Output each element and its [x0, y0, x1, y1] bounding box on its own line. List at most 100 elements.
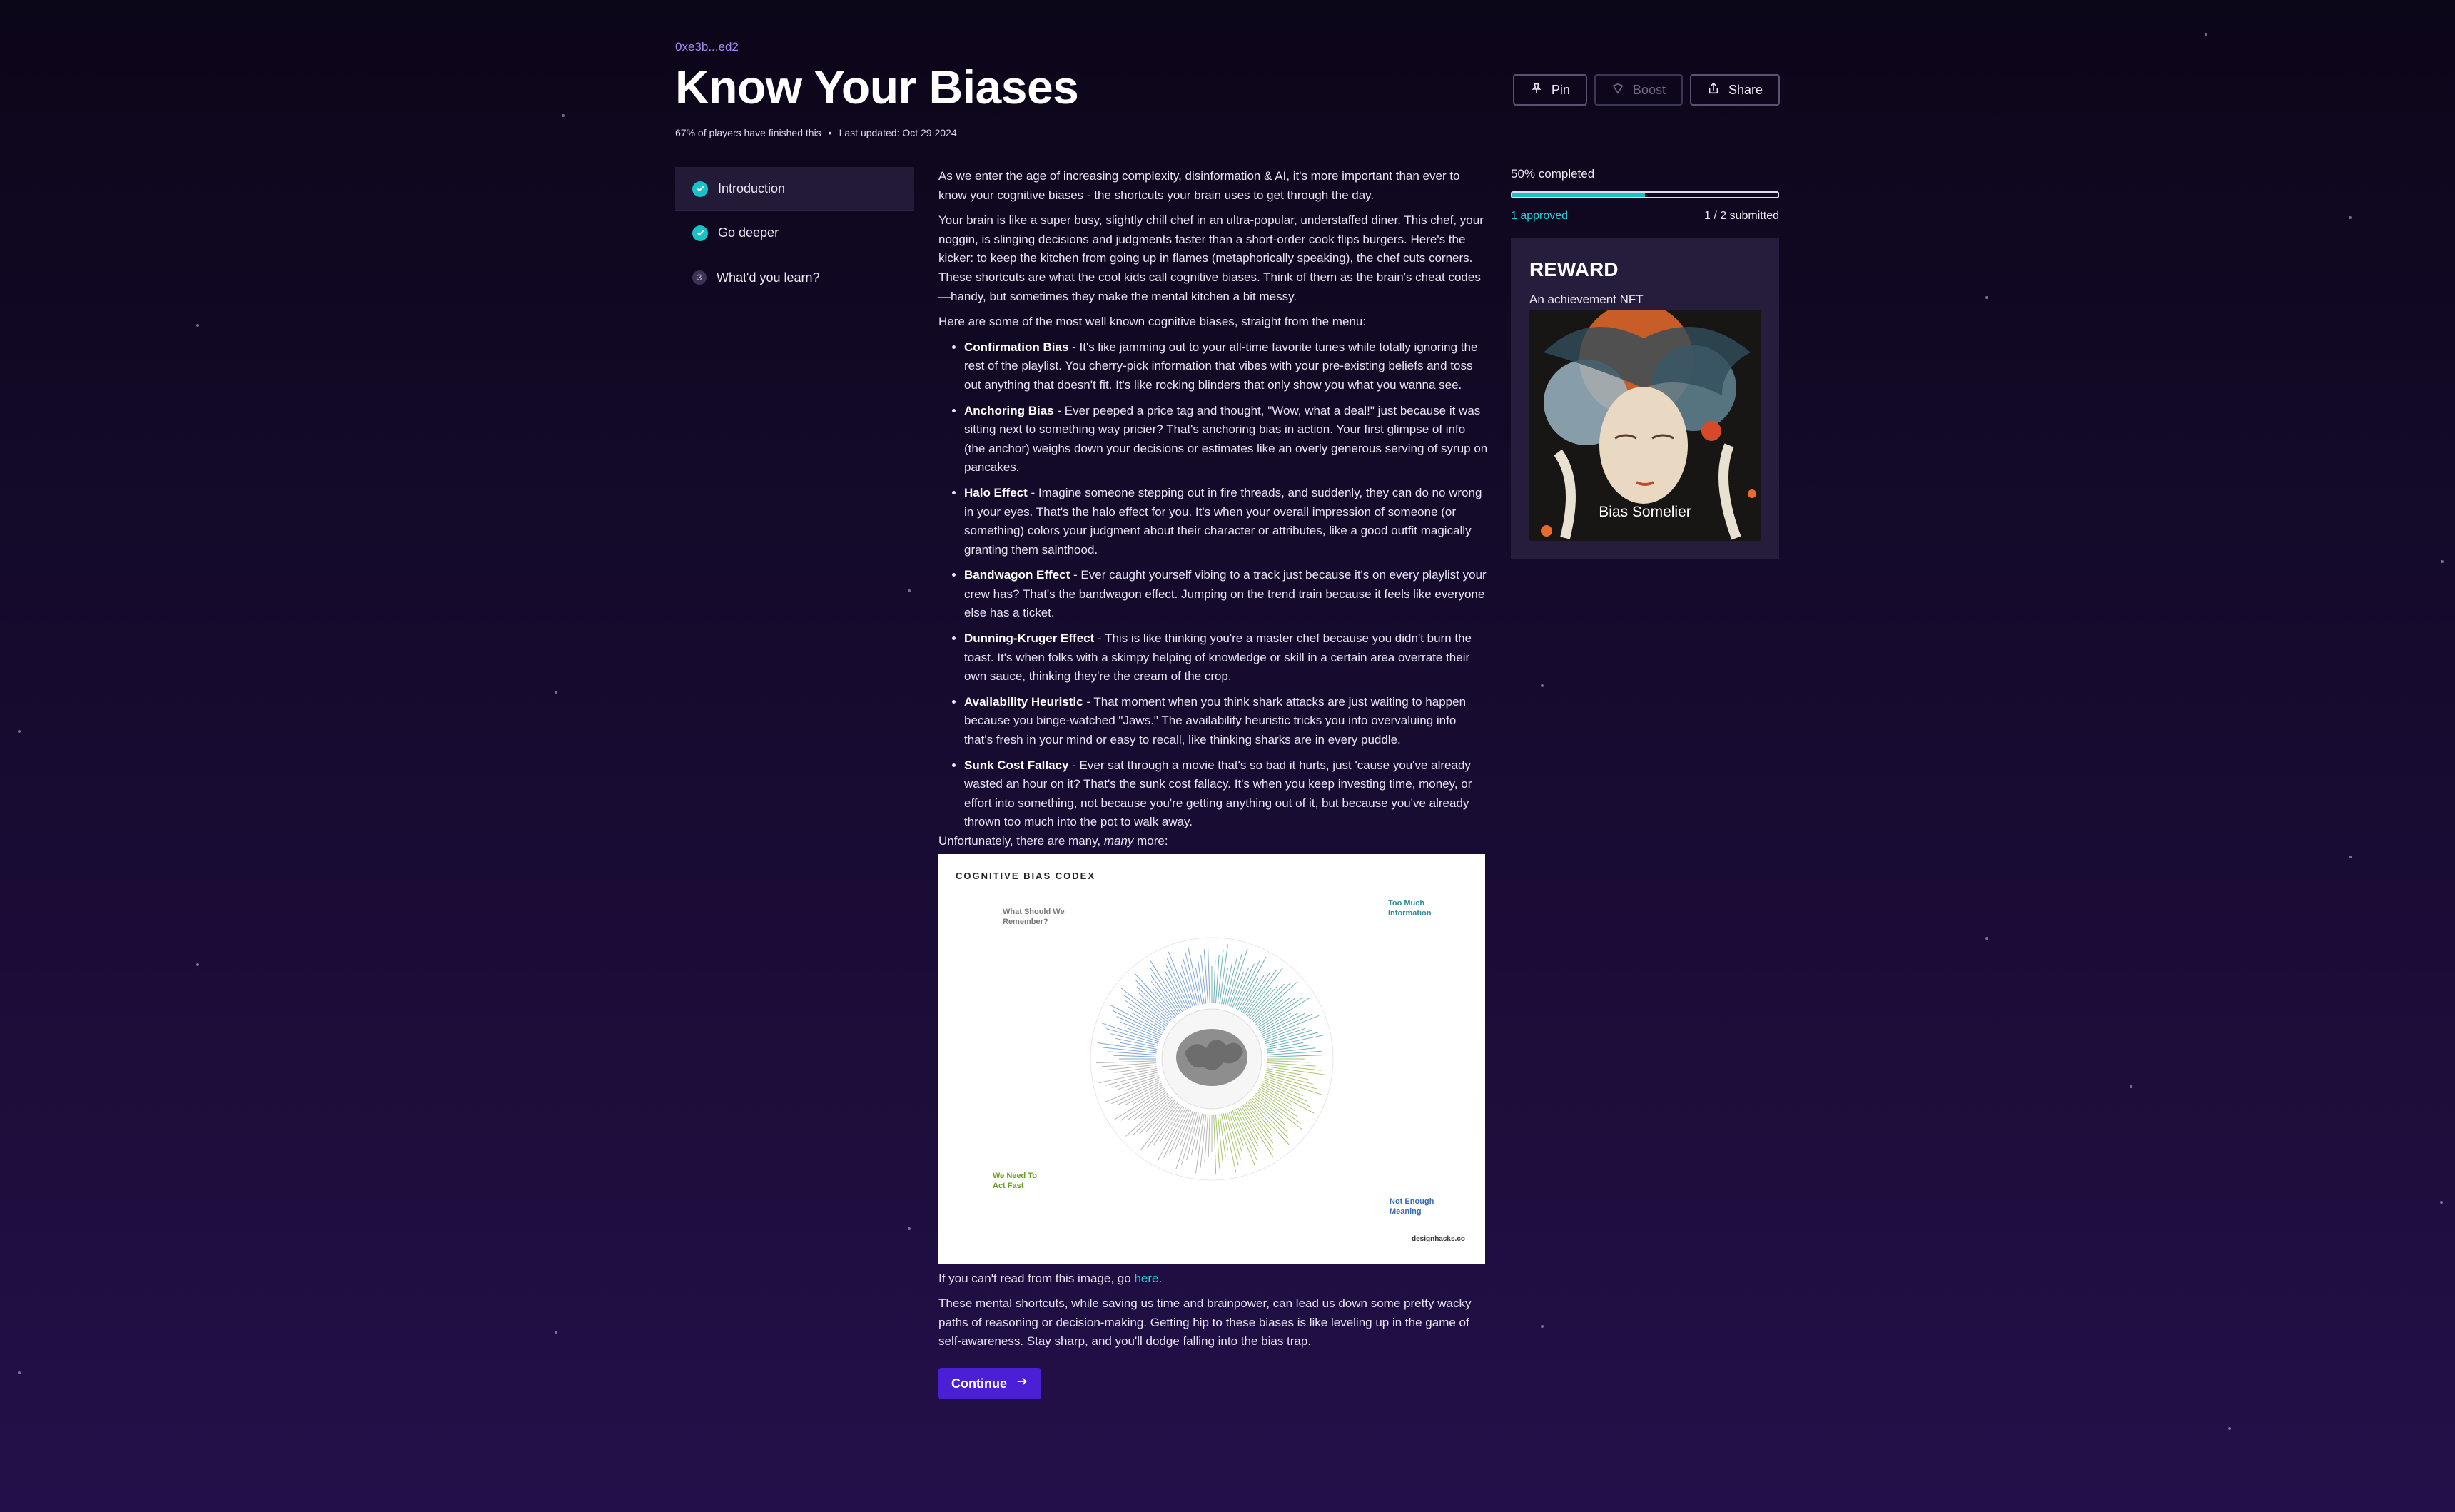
codex-spoke: [1265, 1073, 1318, 1090]
approved-count[interactable]: 1 approved: [1511, 210, 1568, 223]
steps-nav: Introduction Go deeper 3 What'd you lear…: [675, 167, 914, 300]
codex-spoke: [1267, 1054, 1327, 1057]
bias-list: Confirmation Bias - It's like jamming ou…: [938, 338, 1488, 832]
step-label: Go deeper: [718, 225, 779, 240]
progress-fill: [1512, 193, 1645, 197]
list-item: Anchoring Bias - Ever peeped a price tag…: [964, 402, 1488, 477]
codex-spoke: [1215, 1114, 1220, 1169]
codex-spoke: [1186, 1112, 1199, 1160]
progress-sidebar: 50% completed 1 approved 1 / 2 submitted…: [1511, 167, 1779, 559]
boost-icon: [1611, 82, 1624, 98]
bias-name: Confirmation Bias: [964, 340, 1069, 354]
share-icon: [1707, 82, 1720, 98]
codex-spoke: [1213, 960, 1216, 1003]
codex-spoke: [1267, 1060, 1310, 1062]
codex-q-information: Too Much Information: [1388, 898, 1432, 918]
check-icon: [692, 181, 708, 197]
nft-caption: Bias Somelier: [1599, 504, 1691, 520]
bias-name: Availability Heuristic: [964, 694, 1083, 709]
reward-heading: REWARD: [1529, 258, 1619, 280]
more-suffix: more:: [1133, 834, 1168, 848]
codex-spoke: [1120, 1089, 1166, 1121]
codex-spoke: [1256, 1091, 1301, 1124]
reward-card: REWARD An achievement NFT Bias Somelier: [1511, 238, 1779, 559]
last-updated: Last updated: Oct 29 2024: [839, 127, 957, 138]
step-what-did-you-learn[interactable]: 3 What'd you learn?: [675, 255, 914, 300]
share-button[interactable]: Share: [1689, 74, 1780, 106]
lesson-content: As we enter the age of increasing comple…: [938, 167, 1488, 1399]
progress-bar: [1511, 191, 1779, 198]
arrow-right-icon: [1016, 1374, 1028, 1394]
boost-button[interactable]: Boost: [1594, 74, 1683, 106]
list-item: Dunning-Kruger Effect - This is like thi…: [964, 629, 1488, 686]
quest-actions: Pin Boost Share: [1512, 74, 1780, 106]
codex-q-remember: What Should We Remember?: [1003, 907, 1065, 926]
cant-read-paragraph: If you can't read from this image, go he…: [938, 1269, 1488, 1289]
codex-spoke: [1147, 1103, 1180, 1148]
list-item: Sunk Cost Fallacy - Ever sat through a m…: [964, 756, 1488, 832]
step-go-deeper[interactable]: Go deeper: [675, 211, 914, 255]
bias-name: Anchoring Bias: [964, 403, 1054, 417]
list-item: Halo Effect - Imagine someone stepping o…: [964, 484, 1488, 559]
bias-text: - Imagine someone stepping out in fire t…: [964, 485, 1482, 557]
codex-spoke: [1105, 1028, 1159, 1044]
codex-spoke: [1257, 997, 1303, 1028]
codex-spoke: [1102, 1062, 1157, 1067]
codex-spoke: [1203, 948, 1209, 1003]
list-item: Availability Heuristic - That moment whe…: [964, 693, 1488, 750]
codex-spoke: [1113, 1055, 1157, 1057]
codex-q-meaning: Not Enough Meaning: [1390, 1197, 1434, 1216]
codex-spoke: [1227, 953, 1242, 1005]
list-item: Confirmation Bias - It's like jamming ou…: [964, 338, 1488, 395]
bias-name: Dunning-Kruger Effect: [964, 631, 1095, 646]
codex-spoke: [1110, 1032, 1158, 1046]
continue-button[interactable]: Continue: [938, 1367, 1041, 1399]
check-icon: [692, 225, 708, 241]
more-paragraph: Unfortunately, there are many, many more…: [938, 832, 1488, 851]
codex-spoke: [1213, 1114, 1217, 1174]
codex-spoke: [1181, 1112, 1197, 1165]
cant-read-prefix: If you can't read from this image, go: [938, 1271, 1135, 1285]
bias-name: Sunk Cost Fallacy: [964, 758, 1069, 772]
step-introduction[interactable]: Introduction: [675, 167, 914, 211]
codex-spoke: [1267, 1050, 1322, 1055]
progress-label: 50% completed: [1511, 167, 1595, 181]
step-label: What'd you learn?: [717, 270, 820, 285]
outro-paragraph: These mental shortcuts, while saving us …: [938, 1297, 1472, 1349]
list-item: Bandwagon Effect - Ever caught yourself …: [964, 566, 1488, 623]
continue-label: Continue: [951, 1376, 1007, 1391]
more-emphasis: many: [1103, 834, 1134, 848]
submitted-count: 1 / 2 submitted: [1704, 210, 1779, 222]
boost-label: Boost: [1632, 82, 1666, 97]
codex-spoke: [1244, 969, 1277, 1014]
chef-paragraph: Your brain is like a super busy, slightl…: [938, 213, 1484, 303]
separator-dot: •: [828, 127, 832, 138]
pin-button[interactable]: Pin: [1512, 74, 1587, 106]
here-link[interactable]: here: [1134, 1272, 1158, 1285]
step-number: 3: [692, 270, 707, 285]
menu-paragraph: Here are some of the most well known cog…: [938, 315, 1367, 329]
pin-icon: [1530, 82, 1543, 98]
codex-q-act-fast: We Need To Act Fast: [993, 1171, 1037, 1190]
page-title: Know Your Biases: [675, 61, 1079, 113]
quest-address[interactable]: 0xe3b...ed2: [675, 40, 739, 54]
intro-paragraph: As we enter the age of increasing comple…: [938, 169, 1460, 202]
players-finished: 67% of players have finished this: [675, 127, 821, 138]
codex-site: designhacks.co: [1411, 1235, 1465, 1243]
progress-stats: 1 approved 1 / 2 submitted: [1511, 210, 1779, 223]
cognitive-bias-codex-image: COGNITIVE BIAS CODEX What Should We Reme…: [938, 853, 1485, 1264]
nft-image[interactable]: Bias Somelier: [1529, 310, 1761, 541]
codex-spoke: [1242, 1104, 1274, 1150]
more-prefix: Unfortunately, there are many,: [938, 834, 1104, 848]
codex-spoke: [1207, 943, 1210, 1003]
pin-label: Pin: [1551, 82, 1570, 97]
codex-spoke: [1225, 957, 1237, 1005]
bias-name: Bandwagon Effect: [964, 568, 1070, 582]
codex-spoke: [1096, 1060, 1157, 1063]
quest-meta: 67% of players have finished this • Last u…: [675, 127, 957, 138]
reward-label: An achievement NFT: [1529, 293, 1644, 306]
codex-spoke: [1123, 993, 1168, 1027]
codex-spoke: [1265, 1071, 1313, 1085]
step-label: Introduction: [718, 181, 786, 196]
cant-read-suffix: .: [1158, 1271, 1163, 1285]
